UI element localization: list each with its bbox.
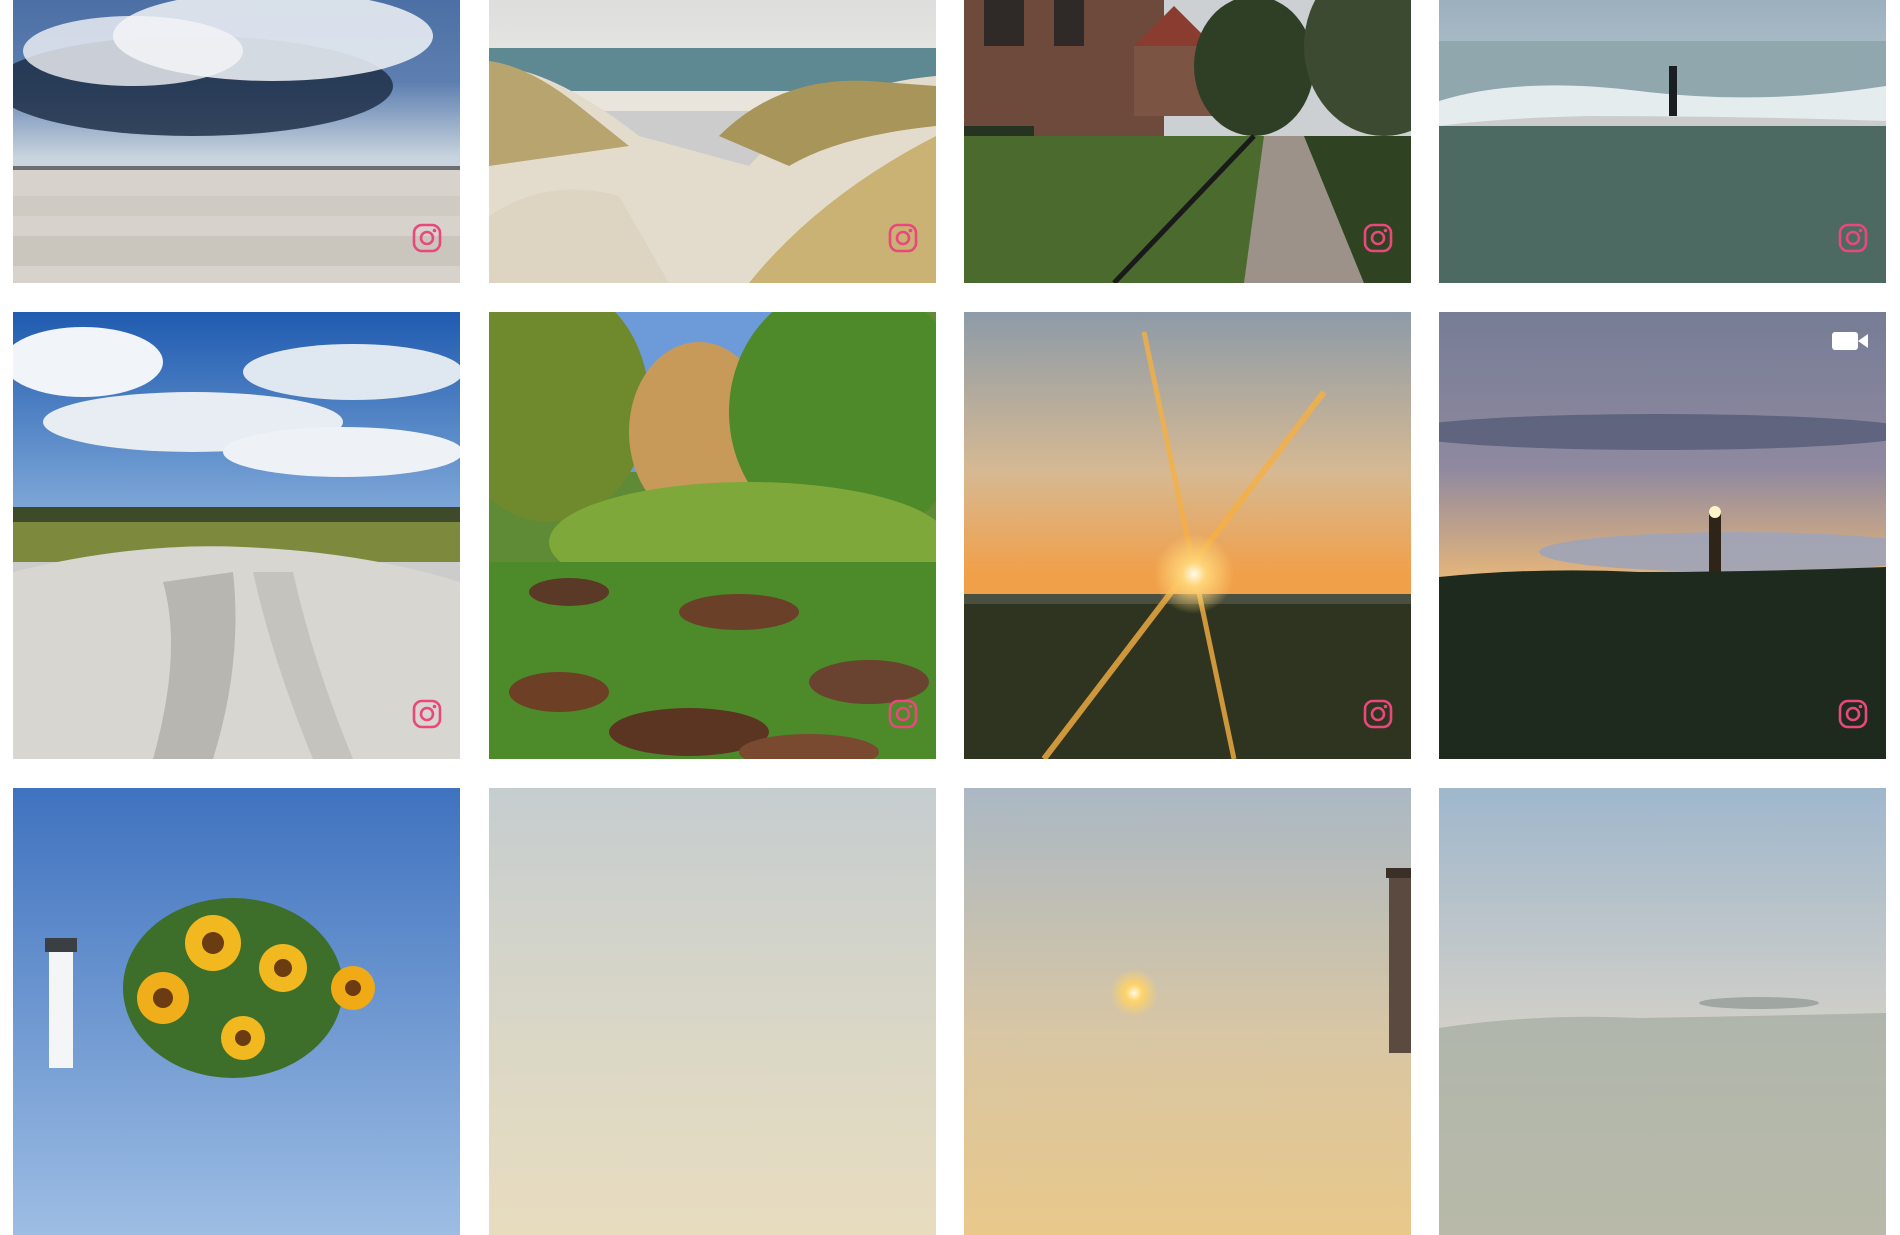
instagram-icon <box>886 697 920 731</box>
photo-dunes-sea-view <box>489 0 936 283</box>
instagram-feed-grid <box>0 0 1900 1235</box>
photo-village-garden-path <box>964 0 1411 283</box>
instagram-icon <box>886 221 920 255</box>
post-sunflowers-white-lighthouse[interactable] <box>13 788 460 1235</box>
instagram-icon <box>1361 221 1395 255</box>
instagram-icon <box>410 697 444 731</box>
photo-sunflowers-white-lighthouse <box>13 788 460 1235</box>
instagram-icon <box>1836 221 1870 255</box>
instagram-icon <box>410 221 444 255</box>
post-forest-leaves-grass[interactable] <box>489 312 936 759</box>
post-hazy-landscape[interactable] <box>1439 788 1886 1235</box>
photo-misty-dawn <box>489 788 936 1235</box>
photo-forest-leaves-grass <box>489 312 936 759</box>
post-sunrise-meadow-starburst[interactable] <box>964 312 1411 759</box>
photo-sunrise-meadow-starburst <box>964 312 1411 759</box>
post-lighthouse-dusk[interactable] <box>1439 312 1886 759</box>
photo-hazy-landscape <box>1439 788 1886 1235</box>
instagram-icon <box>1836 697 1870 731</box>
post-sand-dune-blue-sky[interactable] <box>13 312 460 759</box>
photo-beach-post-waves <box>1439 0 1886 283</box>
photo-sand-dune-blue-sky <box>13 312 460 759</box>
photo-lighthouse-dusk <box>1439 312 1886 759</box>
post-misty-dawn[interactable] <box>489 788 936 1235</box>
instagram-icon <box>1361 697 1395 731</box>
post-dunes-sea-view[interactable] <box>489 0 936 283</box>
video-camera-icon <box>1830 328 1870 354</box>
post-beach-post-waves[interactable] <box>1439 0 1886 283</box>
photo-sun-mist-lighthouse <box>964 788 1411 1235</box>
post-village-garden-path[interactable] <box>964 0 1411 283</box>
photo-storm-clouds-beach <box>13 0 460 283</box>
post-sun-mist-lighthouse[interactable] <box>964 788 1411 1235</box>
post-storm-clouds-beach[interactable] <box>13 0 460 283</box>
